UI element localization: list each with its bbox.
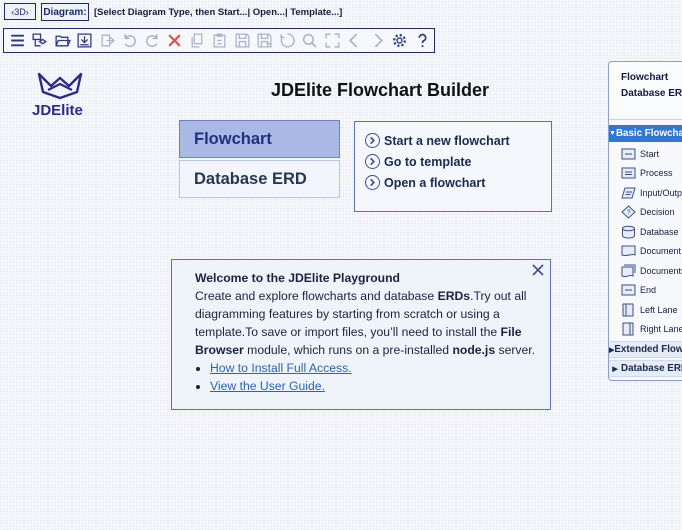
start-options-panel: Start a new flowchart Go to template Ope… <box>354 121 552 212</box>
start-new-flowchart-option[interactable]: Start a new flowchart <box>365 130 551 151</box>
process-shape-icon <box>621 167 636 179</box>
save-as-icon <box>254 30 277 52</box>
back-icon <box>344 30 367 52</box>
welcome-panel: Welcome to the JDElite Playground Create… <box>171 259 551 410</box>
copy-icon <box>186 30 209 52</box>
welcome-text: Create and explore flowcharts and databa… <box>195 289 536 357</box>
option-label: Go to template <box>384 154 472 169</box>
svg-text:?: ? <box>627 210 631 217</box>
help-icon[interactable] <box>411 30 434 52</box>
shape-left-lane[interactable]: Left Lane <box>609 300 682 320</box>
section-database-erd[interactable]: ▶ Database ERD <box>609 360 682 377</box>
shapes-icon[interactable] <box>29 30 52 52</box>
welcome-title: Welcome to the JDElite Playground <box>195 271 400 285</box>
shape-right-lane[interactable]: Right Lane <box>609 320 682 340</box>
go-to-template-option[interactable]: Go to template <box>365 151 551 172</box>
brand-logo: JDElite <box>32 70 88 122</box>
database-shape-icon <box>622 225 635 239</box>
open-icon[interactable] <box>51 30 74 52</box>
user-guide-link[interactable]: View the User Guide. <box>210 379 325 393</box>
forward-icon <box>366 30 389 52</box>
redo-icon <box>141 30 164 52</box>
zoom-icon <box>299 30 322 52</box>
caret-down-icon: ▼ <box>609 130 616 137</box>
diagram-button[interactable]: Diagram: <box>41 3 89 21</box>
install-full-access-link[interactable]: How to Install Full Access. <box>210 361 352 375</box>
shape-documents[interactable]: Documents <box>609 261 682 281</box>
shape-label: Decision <box>640 207 675 218</box>
menu-icon[interactable] <box>6 30 29 52</box>
sidebar-title-database-erd: Database ERD <box>621 88 682 99</box>
reset-icon <box>276 30 299 52</box>
shape-label: Process <box>640 168 673 179</box>
shape-start[interactable]: Start <box>609 144 682 164</box>
section-label: Extended Flowchart <box>614 344 682 355</box>
open-flowchart-option[interactable]: Open a flowchart <box>365 172 551 193</box>
logo-mark-icon <box>37 72 83 100</box>
shape-label: Start <box>640 148 660 159</box>
caret-right-icon: ▶ <box>612 365 618 373</box>
shape-decision[interactable]: ? Decision <box>609 203 682 223</box>
shape-document[interactable]: Document <box>609 242 682 262</box>
document-shape-icon <box>621 245 636 257</box>
shape-label: Document <box>640 246 682 257</box>
save-icon <box>231 30 254 52</box>
diagram-type-selector: Flowchart Database ERD <box>179 120 340 200</box>
shape-input-output[interactable]: Input/Output <box>609 183 682 203</box>
chevron-right-icon <box>365 133 380 148</box>
option-label: Start a new flowchart <box>384 133 510 148</box>
chevron-right-icon <box>365 175 380 190</box>
export-icon <box>96 30 119 52</box>
tab-database-erd[interactable]: Database ERD <box>179 160 340 198</box>
paste-icon <box>209 30 232 52</box>
close-icon[interactable] <box>531 263 545 277</box>
chevron-right-icon <box>365 154 380 169</box>
3d-toggle-button[interactable]: ‹3D› <box>4 3 36 20</box>
toolbar <box>3 28 435 53</box>
start-shape-icon <box>621 148 636 160</box>
welcome-links: How to Install Full Access. View the Use… <box>195 359 536 395</box>
3d-label: ‹3D› <box>11 6 29 17</box>
input-output-shape-icon <box>621 187 636 199</box>
shape-process[interactable]: Process <box>609 164 682 184</box>
left-lane-shape-icon <box>622 303 634 317</box>
shape-end[interactable]: End <box>609 281 682 301</box>
documents-shape-icon <box>621 264 636 277</box>
section-basic-flowchart[interactable]: ▼ Basic Flowchart <box>609 125 682 142</box>
shape-label: Right Lane <box>640 324 682 335</box>
list-item: How to Install Full Access. <box>210 359 536 377</box>
section-label: Database ERD <box>621 363 682 374</box>
expand-icon <box>321 30 344 52</box>
section-extended-flowchart[interactable]: ▶ Extended Flowchart <box>609 341 682 358</box>
delete-icon[interactable] <box>164 30 187 52</box>
end-shape-icon <box>621 284 636 296</box>
right-lane-shape-icon <box>622 322 634 336</box>
sidebar-header: Flowchart Database ERD <box>609 62 682 120</box>
shape-label: Database <box>640 226 679 237</box>
shape-database[interactable]: Database <box>609 222 682 242</box>
shape-label: End <box>640 285 657 296</box>
diagram-status: [Select Diagram Type, then Start...| Ope… <box>94 7 343 18</box>
shape-label: Input/Output <box>640 187 682 198</box>
settings-icon[interactable] <box>389 30 412 52</box>
undo-icon <box>119 30 142 52</box>
decision-shape-icon: ? <box>621 205 636 219</box>
shape-label: Documents <box>640 265 682 276</box>
section-label: Basic Flowchart <box>615 128 682 139</box>
list-item: View the User Guide. <box>210 377 536 395</box>
download-icon[interactable] <box>74 30 97 52</box>
logo-text: JDElite <box>32 102 83 119</box>
tab-flowchart[interactable]: Flowchart <box>179 120 340 158</box>
shape-label: Left Lane <box>640 304 678 315</box>
option-label: Open a flowchart <box>384 175 486 190</box>
shapes-sidebar: Flowchart Database ERD ▼ Basic Flowchart… <box>608 61 682 381</box>
sidebar-title-flowchart: Flowchart <box>621 72 669 83</box>
page-title: JDElite Flowchart Builder <box>271 80 490 100</box>
